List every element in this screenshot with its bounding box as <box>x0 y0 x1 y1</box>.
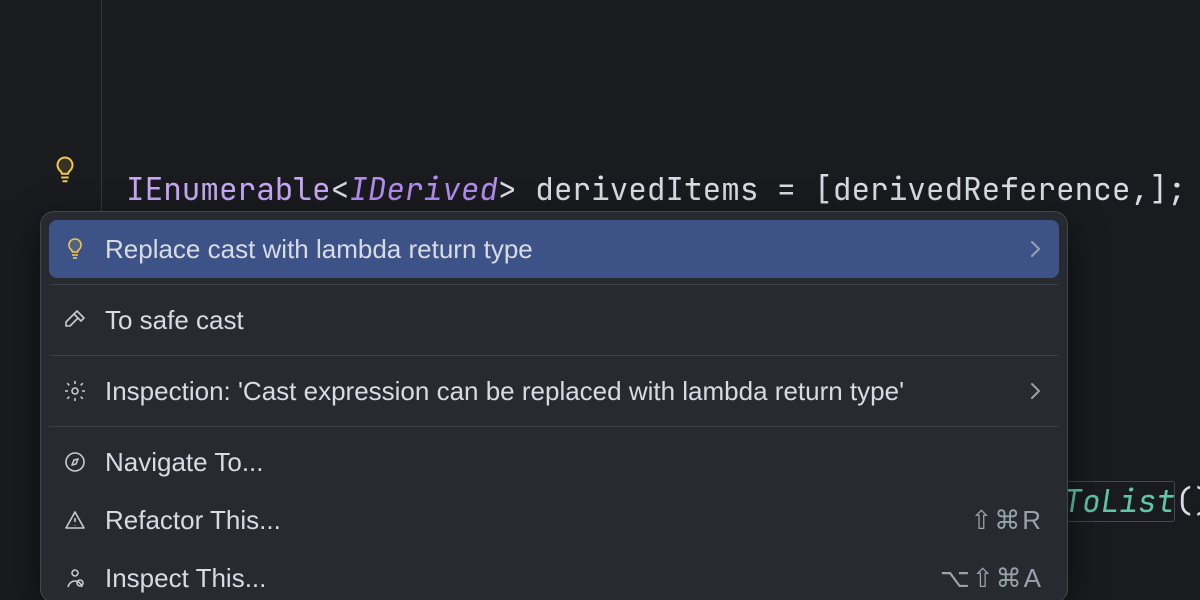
identifier-token: derivedReference <box>833 169 1131 210</box>
popup-item-label: Inspect This... <box>105 563 924 594</box>
punct-eq: = [ <box>758 169 832 210</box>
code-editor: IEnumerable<IDerived> derivedItems = [de… <box>0 0 1200 600</box>
popup-item[interactable]: Replace cast with lambda return type <box>49 220 1059 278</box>
popup-item-label: To safe cast <box>105 305 1043 336</box>
popup-item[interactable]: To safe cast <box>49 291 1059 349</box>
popup-divider <box>49 284 1059 285</box>
code-line-1: IEnumerable<IDerived> derivedItems = [de… <box>126 164 1200 216</box>
popup-item-label: Navigate To... <box>105 447 1043 478</box>
gear-icon <box>61 377 89 405</box>
method-token: ToList <box>1064 481 1176 522</box>
chevron-right-icon <box>1027 380 1043 402</box>
popup-item[interactable]: Refactor This... ⇧⌘R <box>49 491 1059 549</box>
inspect-icon <box>61 564 89 592</box>
popup-divider <box>49 355 1059 356</box>
popup-item-shortcut: ⌥⇧⌘A <box>940 563 1043 594</box>
punct-close: ,]; <box>1130 169 1186 210</box>
compass-icon <box>61 448 89 476</box>
popup-item-label: Refactor This... <box>105 505 954 536</box>
popup-item[interactable]: Navigate To... <box>49 433 1059 491</box>
punct-call: (); <box>1175 481 1200 522</box>
popup-item-shortcut: ⇧⌘R <box>970 505 1043 536</box>
popup-item-label: Replace cast with lambda return type <box>105 234 1011 265</box>
hammer-icon <box>61 306 89 334</box>
identifier-token: derivedItems <box>535 169 758 210</box>
punct-gt: > <box>498 169 535 210</box>
quick-fix-popup: Replace cast with lambda return type To s… <box>40 211 1068 600</box>
popup-item-label: Inspection: 'Cast expression can be repl… <box>105 376 1011 407</box>
popup-item[interactable]: Inspect This... ⌥⇧⌘A <box>49 549 1059 600</box>
type-param-token: IDerived <box>349 169 498 210</box>
triangle-icon <box>61 506 89 534</box>
popup-item[interactable]: Inspection: 'Cast expression can be repl… <box>49 362 1059 420</box>
chevron-right-icon <box>1027 238 1043 260</box>
punct-lt: < <box>331 169 350 210</box>
type-token: IEnumerable <box>126 169 331 210</box>
popup-divider <box>49 426 1059 427</box>
lightbulb-gutter-icon[interactable] <box>50 155 80 185</box>
bulb-icon <box>61 235 89 263</box>
